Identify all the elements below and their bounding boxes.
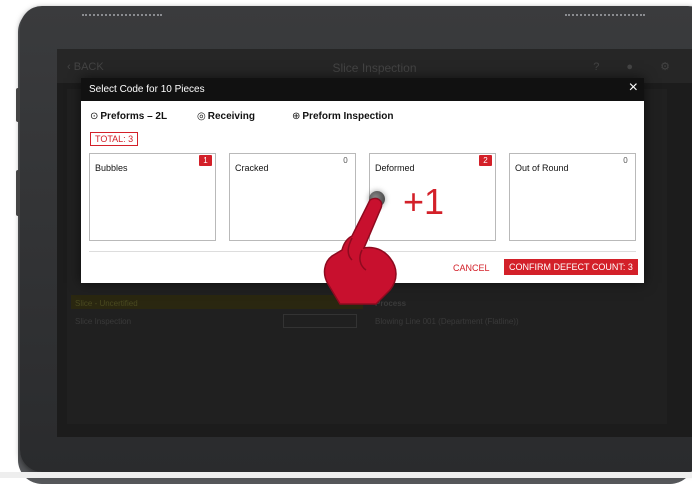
defect-count-badge: 0 <box>623 156 628 165</box>
breadcrumb-receiving: ◎ Receiving <box>197 111 255 122</box>
confirm-defect-count-button[interactable]: CONFIRM DEFECT COUNT: 3 <box>504 259 638 275</box>
pointing-hand-icon <box>323 197 397 305</box>
speaker-grill-right <box>565 14 645 19</box>
defect-label: Bubbles <box>95 163 128 173</box>
header-icons: ? ● ⚙ <box>593 61 682 73</box>
breadcrumb-label: Preforms – 2L <box>100 111 168 122</box>
defect-card-bubbles[interactable]: Bubbles 1 <box>89 153 216 241</box>
background-row-1: Slice - Uncertified <box>75 299 138 308</box>
defect-label: Cracked <box>235 163 269 173</box>
cancel-button[interactable]: CANCEL <box>453 263 490 273</box>
modal-header: Select Code for 10 Pieces × <box>81 78 644 101</box>
breadcrumb-label: Receiving <box>207 111 255 122</box>
defect-card-out-of-round[interactable]: Out of Round 0 <box>509 153 636 241</box>
breadcrumb-label: Preform Inspection <box>302 111 394 122</box>
defect-count-badge: 0 <box>343 156 348 165</box>
background-input <box>283 314 357 328</box>
volume-button <box>16 88 20 122</box>
process-value: Blowing Line 001 (Department (Flatline)) <box>375 317 519 326</box>
defect-label: Deformed <box>375 163 415 173</box>
defect-count-badge: 1 <box>199 155 212 166</box>
defect-count-badge: 2 <box>479 155 492 166</box>
plus-one-label: +1 <box>403 181 445 222</box>
bottom-strip <box>0 472 692 478</box>
background-row-2: Slice Inspection <box>75 317 132 326</box>
breadcrumb-inspection: ⊕ Preform Inspection <box>292 111 394 122</box>
power-button <box>16 170 20 216</box>
speaker-grill-left <box>82 14 162 19</box>
inspection-icon: ⊕ <box>292 111 301 122</box>
breadcrumb-preforms: ⊙ Preforms – 2L <box>90 111 167 122</box>
defect-label: Out of Round <box>515 163 569 173</box>
preform-icon: ⊙ <box>90 111 99 122</box>
modal-title: Select Code for 10 Pieces <box>89 84 205 95</box>
close-icon[interactable]: × <box>629 79 638 97</box>
total-badge: TOTAL: 3 <box>90 132 139 146</box>
receiving-icon: ◎ <box>197 111 206 122</box>
